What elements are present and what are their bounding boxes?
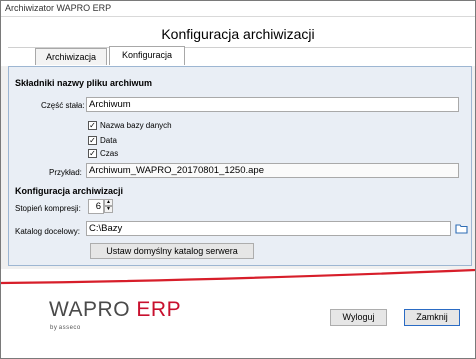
tab-archiwizacja[interactable]: Archiwizacja [35,48,107,65]
chevron-up-icon[interactable]: ▲ [104,199,113,206]
tab-label: Konfiguracja [121,50,173,60]
logo-erp: ERP [136,298,182,321]
close-button[interactable]: Zamknij [404,309,460,326]
footer: WAPRO ERP by asseco Wyloguj Zamknij [1,269,475,358]
set-default-dir-button[interactable]: Ustaw domyślny katalog serwera [90,243,254,259]
app-window: Archiwizator WAPRO ERP Konfiguracja arch… [0,0,476,359]
target-dir-input[interactable]: C:\Bazy [86,221,451,236]
window-title: Archiwizator WAPRO ERP [5,3,112,13]
chevron-down-icon[interactable]: ▼ [104,206,113,213]
logo-asseco: asseco [58,325,81,331]
tab-konfiguracja[interactable]: Konfiguracja [109,46,185,65]
constant-part-input[interactable]: Archiwum [86,97,459,112]
db-name-checkbox[interactable]: ✓ [88,121,97,130]
logo-wapro: WAPRO [49,298,131,321]
page-title: Konfiguracja archiwizacji [161,26,315,42]
config-panel: Składniki nazwy pliku archiwum Część sta… [8,66,472,266]
example-label: Przykład: [49,168,82,177]
title-bar: Archiwizator WAPRO ERP [1,1,475,17]
db-name-label: Nazwa bazy danych [100,121,172,130]
logo: WAPRO ERP [49,298,181,322]
compression-input[interactable]: 6 [88,199,104,214]
constant-part-label: Część stała: [41,101,85,110]
logo-byline: by asseco [50,325,81,331]
folder-icon[interactable] [455,223,468,236]
time-checkbox[interactable]: ✓ [88,149,97,158]
target-dir-label: Katalog docelowy: [15,227,80,236]
time-label: Czas [100,149,119,158]
date-checkbox[interactable]: ✓ [88,136,97,145]
tab-label: Archiwizacja [45,52,96,62]
red-swoosh [1,269,475,285]
logo-by: by [50,325,58,331]
compression-label: Stopień kompresji: [15,204,81,213]
archive-config-heading: Konfiguracja archiwizacji [15,186,124,196]
filename-section-heading: Składniki nazwy pliku archiwum [15,78,153,88]
date-label: Data [100,136,117,145]
example-field: Archiwum_WAPRO_20170801_1250.ape [86,163,459,178]
logout-button[interactable]: Wyloguj [330,309,387,326]
